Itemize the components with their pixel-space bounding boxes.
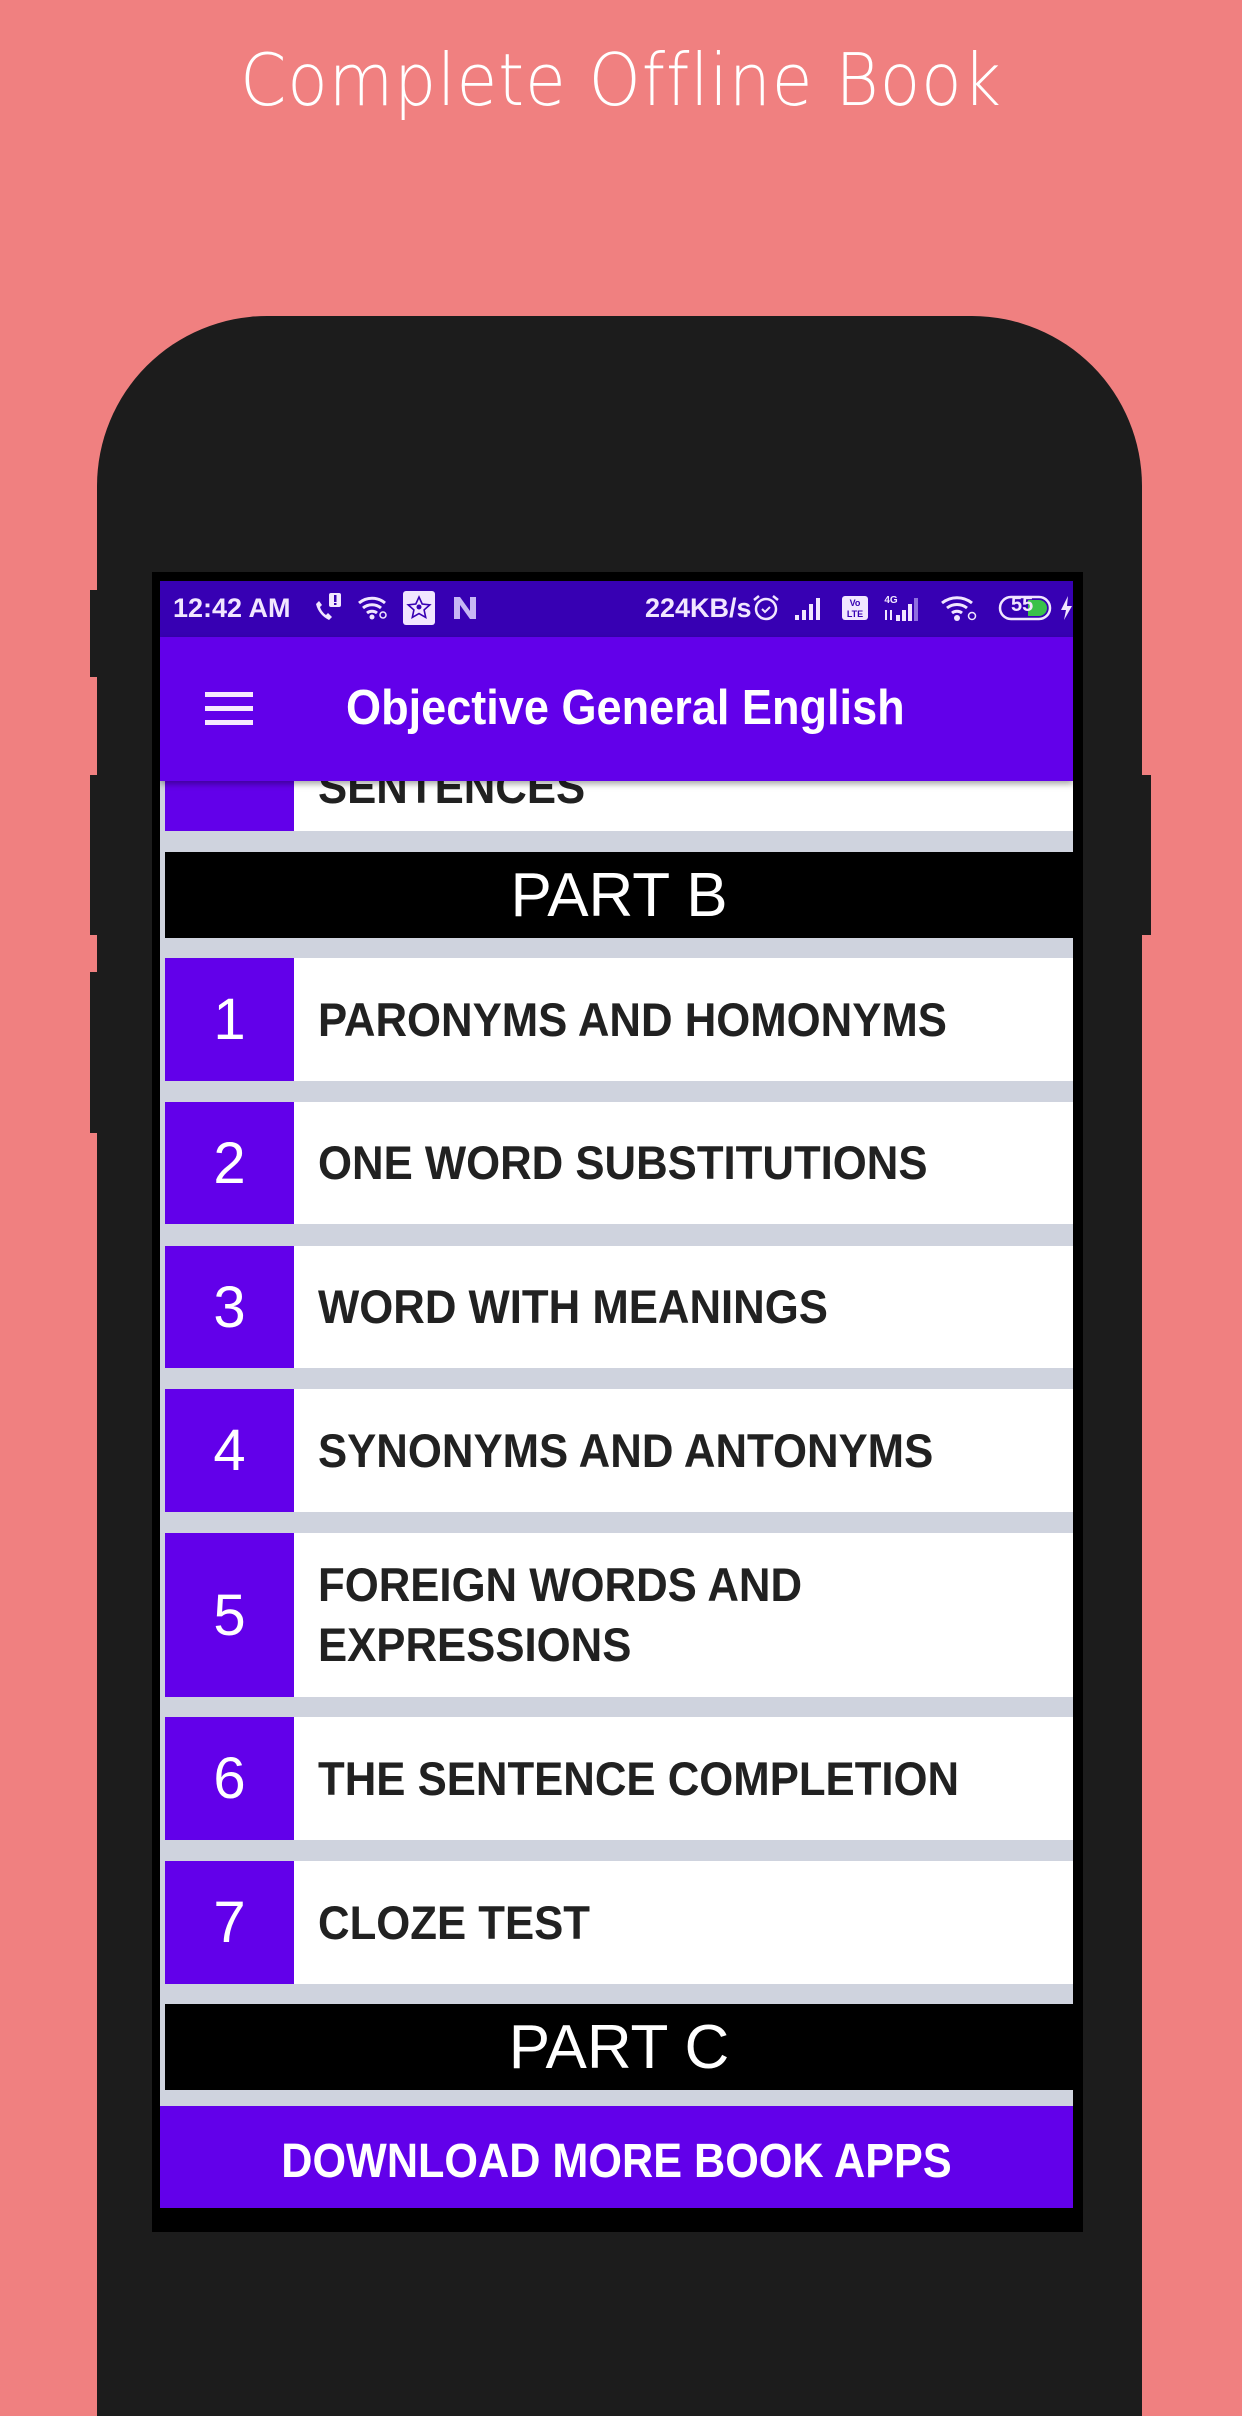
charging-icon — [1058, 591, 1073, 625]
n-app-icon — [450, 591, 480, 625]
star-app-icon — [403, 591, 435, 625]
chapter-number: 4 — [165, 1389, 294, 1512]
list-item[interactable]: 5 FOREIGN WORDS AND EXPRESSIONS — [165, 1533, 1073, 1697]
alarm-icon — [750, 591, 782, 625]
signal-icon — [793, 591, 827, 625]
hamburger-menu-icon[interactable] — [205, 692, 253, 726]
status-bar: 12:42 AM 224KB/s Vo LTE 4G 55 — [160, 581, 1073, 637]
app-screen: 12:42 AM 224KB/s Vo LTE 4G 55 Objective … — [160, 581, 1073, 2208]
chapter-number: 7 — [165, 1861, 294, 1984]
battery-level: 55 — [1011, 594, 1034, 616]
net-speed: 224KB/s — [645, 592, 752, 623]
chapter-title: PARONYMS AND HOMONYMS — [318, 992, 947, 1046]
section-header-part-c: PART C — [165, 2004, 1073, 2090]
download-more-apps-button[interactable]: DOWNLOAD MORE BOOK APPS — [160, 2106, 1073, 2208]
chapter-title: FOREIGN WORDS AND EXPRESSIONS — [318, 1558, 803, 1671]
promo-title: Complete Offline Book — [240, 38, 1002, 122]
chapter-title: WORD WITH MEANINGS — [318, 1280, 828, 1333]
chapter-title: SYNONYMS AND ANTONYMS — [318, 1423, 934, 1477]
chapter-title: CLOZE TEST — [318, 1895, 590, 1949]
wifi-link-icon — [356, 591, 390, 625]
list-item[interactable]: 2 ONE WORD SUBSTITUTIONS — [165, 1102, 1073, 1224]
chapter-title: ONE WORD SUBSTITUTIONS — [318, 1136, 928, 1189]
wifi-icon — [940, 591, 980, 625]
chapter-number: 3 — [165, 1246, 294, 1368]
app-title: Objective General English — [346, 681, 905, 735]
volte-icon: Vo LTE — [840, 591, 870, 625]
section-header-part-b: PART B — [165, 852, 1073, 938]
battery-icon: 55 — [998, 591, 1054, 625]
list-item[interactable]: 7 CLOZE TEST — [165, 1861, 1073, 1984]
svg-text:Vo: Vo — [850, 598, 861, 608]
download-button-label: DOWNLOAD MORE BOOK APPS — [281, 2135, 952, 2188]
status-time: 12:42 AM — [173, 593, 291, 623]
list-item[interactable]: 6 THE SENTENCE COMPLETION — [165, 1717, 1073, 1840]
list-item[interactable]: 1 PARONYMS AND HOMONYMS — [165, 958, 1073, 1081]
app-toolbar: Objective General English — [160, 637, 1073, 781]
chapter-number: 2 — [165, 1102, 294, 1224]
svg-text:LTE: LTE — [847, 609, 863, 619]
list-item[interactable]: 4 SYNONYMS AND ANTONYMS — [165, 1389, 1073, 1512]
call-alert-icon — [312, 591, 344, 625]
chapter-number: 6 — [165, 1717, 294, 1840]
phone-power-button — [1141, 775, 1151, 935]
chapter-number: 5 — [165, 1533, 294, 1697]
signal-4g-icon: 4G — [882, 591, 924, 625]
chapter-title: THE SENTENCE COMPLETION — [318, 1751, 960, 1805]
chapter-number: 1 — [165, 958, 294, 1081]
list-item[interactable]: 3 WORD WITH MEANINGS — [165, 1246, 1073, 1368]
network-type-label: 4G — [884, 595, 898, 606]
